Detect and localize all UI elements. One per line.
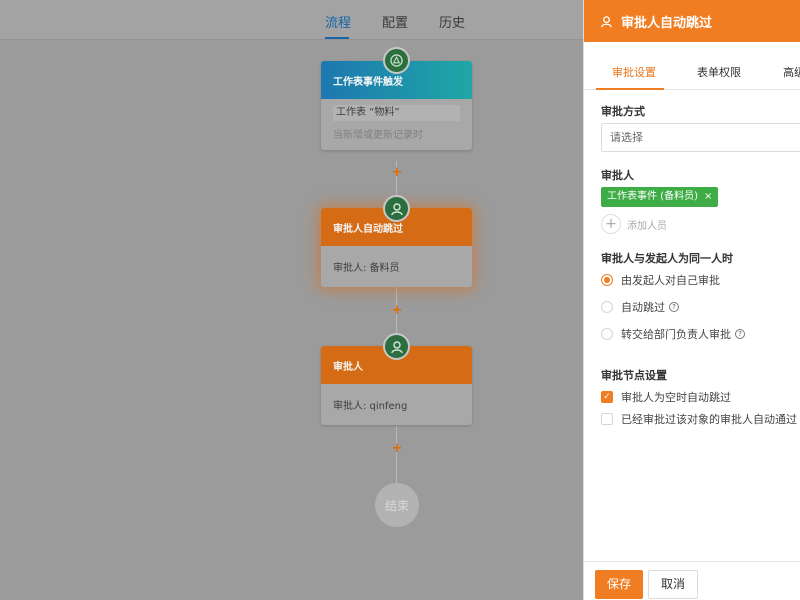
- tab-config[interactable]: 配置: [382, 12, 408, 31]
- add-person-button[interactable]: + 添加人员: [601, 214, 667, 234]
- trigger-icon: [383, 47, 410, 74]
- end-node: 结束: [375, 483, 419, 527]
- checkbox[interactable]: [601, 413, 613, 425]
- approver-label: 审批人: [601, 169, 634, 182]
- checkbox[interactable]: ✓: [601, 391, 613, 403]
- checkbox-label: 审批人为空时自动跳过: [621, 391, 731, 404]
- trigger-node[interactable]: 工作表事件触发 工作表 “物料” 当新增或更新记录时: [321, 61, 472, 150]
- radio-label: 自动跳过: [621, 301, 665, 314]
- panel-header: 审批人自动跳过: [584, 0, 800, 42]
- panel-tabs: 审批设置 表单权限 高级: [584, 42, 800, 90]
- node-trigger-desc: 当新增或更新记录时: [333, 130, 423, 141]
- active-tab-underline: [596, 88, 664, 90]
- radio-auto-skip[interactable]: 自动跳过 ?: [601, 299, 679, 315]
- tab-form-permissions[interactable]: 表单权限: [697, 64, 741, 80]
- plus-icon: +: [601, 214, 621, 234]
- tab-advanced[interactable]: 高级: [783, 64, 800, 80]
- add-node-plus[interactable]: +: [391, 166, 403, 179]
- radio-self-approve[interactable]: 由发起人对自己审批: [601, 272, 720, 288]
- tab-history[interactable]: 历史: [439, 12, 465, 31]
- active-tab-underline: [325, 37, 349, 39]
- approval-method-select[interactable]: 请选择: [601, 123, 800, 152]
- radio-button[interactable]: [601, 301, 613, 313]
- tab-flow[interactable]: 流程: [325, 12, 351, 31]
- top-nav-bar: 流程 配置 历史: [0, 0, 583, 40]
- radio-label: 由发起人对自己审批: [621, 274, 720, 287]
- radio-label: 转交给部门负责人审批: [621, 328, 731, 341]
- approval-method-label: 审批方式: [601, 105, 645, 118]
- user-icon: [383, 195, 410, 222]
- add-node-plus[interactable]: +: [391, 304, 403, 317]
- node-sheet-label: 工作表 “物料”: [333, 105, 460, 121]
- close-icon[interactable]: ×: [704, 191, 712, 202]
- node-approver: 审批人: qinfeng: [333, 401, 408, 412]
- cancel-button[interactable]: 取消: [648, 570, 698, 599]
- user-icon: [383, 333, 410, 360]
- node-approver: 审批人: 备料员: [333, 263, 400, 274]
- node-settings-label: 审批节点设置: [601, 369, 667, 382]
- checkbox-skip-when-empty[interactable]: ✓ 审批人为空时自动跳过: [601, 389, 731, 405]
- tab-approval-settings[interactable]: 审批设置: [612, 64, 656, 80]
- flow-canvas[interactable]: 工作表事件触发 工作表 “物料” 当新增或更新记录时 + 审批人自动跳过 审批人…: [0, 41, 583, 600]
- help-icon[interactable]: ?: [735, 329, 745, 339]
- add-node-plus[interactable]: +: [391, 442, 403, 455]
- node-settings-panel: 审批人自动跳过 审批设置 表单权限 高级 审批方式 请选择 审批人 工作表事件 …: [583, 0, 800, 600]
- help-icon[interactable]: ?: [669, 302, 679, 312]
- panel-title: 审批人自动跳过: [621, 15, 713, 31]
- panel-footer: 保存 取消: [584, 561, 800, 600]
- save-button[interactable]: 保存: [595, 570, 643, 599]
- same-person-label: 审批人与发起人为同一人时: [601, 252, 733, 265]
- add-person-label: 添加人员: [627, 220, 667, 232]
- checkbox-auto-pass-approved[interactable]: 已经审批过该对象的审批人自动通过: [601, 411, 797, 427]
- radio-button[interactable]: [601, 328, 613, 340]
- approver-tag-label: 工作表事件 (备料员): [607, 191, 698, 202]
- checkbox-label: 已经审批过该对象的审批人自动通过: [621, 413, 797, 426]
- approver-tag: 工作表事件 (备料员) ×: [601, 187, 719, 207]
- user-icon: [601, 15, 612, 27]
- radio-button[interactable]: [601, 274, 613, 286]
- radio-transfer-dept-head[interactable]: 转交给部门负责人审批 ?: [601, 326, 745, 342]
